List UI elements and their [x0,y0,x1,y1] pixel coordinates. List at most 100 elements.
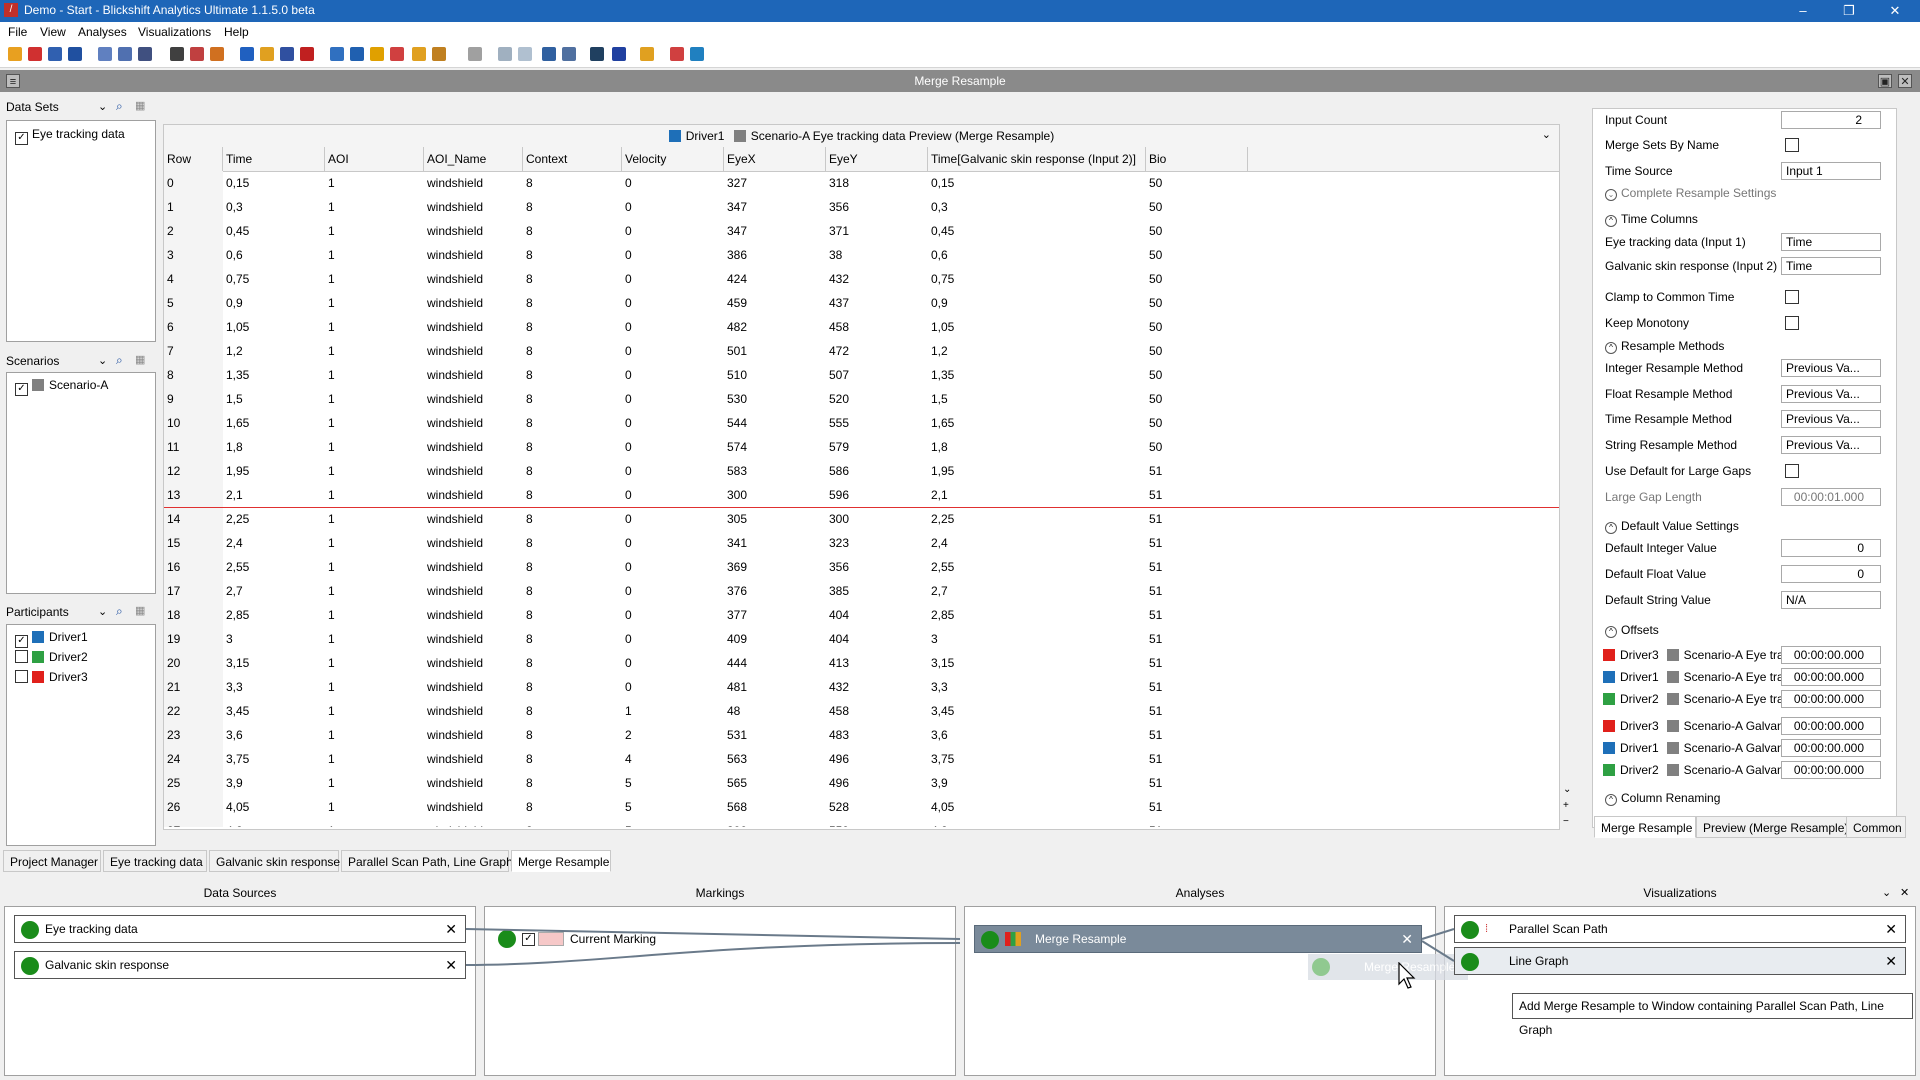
column-header[interactable]: AOI [325,147,424,171]
tab-project-manager[interactable]: Project Manager [3,850,101,872]
map-icon[interactable] [612,47,626,61]
maximize-button[interactable]: ❐ [1826,0,1872,22]
table-row[interactable]: 13 2,1 1 windshield 8 0 300 596 2,1 51 [164,483,1559,507]
default-int-field[interactable]: 0 [1781,539,1881,557]
remove-node-icon[interactable]: ✕ [1885,916,1897,942]
split-icon[interactable] [280,47,294,61]
table-row[interactable]: 20 3,15 1 windshield 8 0 444 413 3,15 51 [164,651,1559,675]
column-header[interactable]: EyeY [826,147,928,171]
query-icon[interactable] [118,47,132,61]
monotony-checkbox[interactable] [1785,316,1799,330]
caption-dropdown-icon[interactable]: ⌄ [1542,128,1551,141]
string-method-select[interactable]: Previous Va... [1781,436,1881,454]
undock-icon[interactable]: ▣ [1878,74,1892,88]
table-row[interactable]: 22 3,45 1 windshield 8 1 48 458 3,45 51 [164,699,1559,723]
datasets-search-icon[interactable]: ⌕ [116,99,123,114]
visualization-node[interactable]: Line Graph ✕ [1454,947,1906,975]
remove-node-icon[interactable]: ✕ [445,952,457,978]
eye-input-select[interactable]: Time [1781,233,1881,251]
participants-options-icon[interactable]: ▦ [135,604,145,617]
remove-node-icon[interactable]: ✕ [1401,926,1413,952]
table-row[interactable]: 4 0,75 1 windshield 8 0 424 432 0,75 50 [164,267,1559,291]
gap-length-field[interactable]: 00:00:01.000 [1781,488,1881,506]
table-row[interactable]: 1 0,3 1 windshield 8 0 347 356 0,3 50 [164,195,1559,219]
close-panel-icon[interactable]: ✕ [1898,74,1912,88]
scenario-item[interactable]: ✓ Scenario-A [15,376,108,396]
input-count-field[interactable]: 2 [1781,111,1881,129]
flow-close-icon[interactable]: ✕ [1900,886,1909,899]
participant-checkbox[interactable] [15,670,28,683]
tab-merge-resample-props[interactable]: Merge Resample [1594,816,1696,838]
table-row[interactable]: 5 0,9 1 windshield 8 0 459 437 0,9 50 [164,291,1559,315]
tab-common[interactable]: Common [1846,816,1906,838]
graph-icon[interactable] [390,47,404,61]
bars-icon[interactable] [412,47,426,61]
table-row[interactable]: 15 2,4 1 windshield 8 0 341 323 2,4 51 [164,531,1559,555]
offset-field[interactable]: 00:00:00.000 [1781,717,1881,735]
menu-file[interactable]: File [8,25,27,39]
chart-icon[interactable] [640,47,654,61]
menu-visualizations[interactable]: Visualizations [138,25,211,39]
table-row[interactable]: 12 1,95 1 windshield 8 0 583 586 1,95 51 [164,459,1559,483]
step-icon[interactable] [300,47,314,61]
table-row[interactable]: 0 0,15 1 windshield 8 0 327 318 0,15 50 [164,171,1559,195]
shield-icon[interactable] [690,47,704,61]
table-row[interactable]: 6 1,05 1 windshield 8 0 482 458 1,05 50 [164,315,1559,339]
merge-sets-checkbox[interactable] [1785,138,1799,152]
tab-eye-tracking[interactable]: Eye tracking data [103,850,207,872]
sum-icon[interactable] [170,47,184,61]
offsets-section[interactable]: ^ Offsets [1605,623,1659,638]
time-method-select[interactable]: Previous Va... [1781,410,1881,428]
time-columns-section[interactable]: ^ Time Columns [1605,212,1698,227]
offset-field[interactable]: 00:00:00.000 [1781,739,1881,757]
remove-node-icon[interactable]: ✕ [1885,948,1897,974]
participant-checkbox[interactable] [15,650,28,663]
participants-search-icon[interactable]: ⌕ [116,604,123,619]
table-row[interactable]: 7 1,2 1 windshield 8 0 501 472 1,2 50 [164,339,1559,363]
table-row[interactable]: 21 3,3 1 windshield 8 0 481 432 3,3 51 [164,675,1559,699]
points-icon[interactable] [350,47,364,61]
table-row[interactable]: 24 3,75 1 windshield 8 4 563 496 3,75 51 [164,747,1559,771]
close-window-button[interactable]: ✕ [1872,0,1918,22]
table-row[interactable]: 25 3,9 1 windshield 8 5 565 496 3,9 51 [164,771,1559,795]
participant-item-driver2[interactable]: Driver2 [15,648,88,666]
table-row[interactable]: 10 1,65 1 windshield 8 0 544 555 1,65 50 [164,411,1559,435]
dataset-item[interactable]: ✓ Eye tracking data [15,125,125,145]
complete-resample-section[interactable]: ⌄ Complete Resample Settings [1605,186,1776,201]
table-row[interactable]: 18 2,85 1 windshield 8 0 377 404 2,85 51 [164,603,1559,627]
open-project-icon[interactable] [8,47,22,61]
column-header[interactable]: Time[Galvanic skin response (Input 2)] [928,147,1146,171]
scroll-down-icon[interactable]: ⌄ [1563,784,1571,795]
sort-icon[interactable] [138,47,152,61]
table-row[interactable]: 14 2,25 1 windshield 8 0 305 300 2,25 51 [164,507,1559,531]
table-op-icon[interactable] [190,47,204,61]
table-row[interactable]: 3 0,6 1 windshield 8 0 386 38 0,6 50 [164,243,1559,267]
table-row[interactable]: 9 1,5 1 windshield 8 0 530 520 1,5 50 [164,387,1559,411]
table-row[interactable]: 16 2,55 1 windshield 8 0 369 356 2,55 51 [164,555,1559,579]
flow-collapse-icon[interactable]: ⌄ [1882,886,1891,899]
gsr-input-select[interactable]: Time [1781,257,1881,275]
grid-icon[interactable] [542,47,556,61]
dotted-icon[interactable] [468,47,482,61]
menu-help[interactable]: Help [224,25,249,39]
column-header[interactable]: Context [523,147,622,171]
column-header[interactable]: Row [164,147,223,171]
heat-icon[interactable] [432,47,446,61]
matrix-icon[interactable] [562,47,576,61]
scenarios-search-icon[interactable]: ⌕ [116,353,123,368]
remove-node-icon[interactable]: ✕ [445,916,457,942]
column-header[interactable]: Time [223,147,325,171]
panel-menu-icon[interactable]: ≡ [6,74,20,88]
participant-item-driver3[interactable]: Driver3 [15,668,88,686]
table-row[interactable]: 11 1,8 1 windshield 8 0 574 579 1,8 50 [164,435,1559,459]
default-string-field[interactable]: N/A [1781,591,1881,609]
close-project-icon[interactable] [28,47,42,61]
analysis-node[interactable]: Merge Resample ✕ [974,925,1422,953]
filter-icon[interactable] [98,47,112,61]
column-header[interactable]: EyeX [724,147,826,171]
table-row[interactable]: 19 3 1 windshield 8 0 409 404 3 51 [164,627,1559,651]
scan-icon[interactable] [330,47,344,61]
time-source-select[interactable]: Input 1 [1781,162,1881,180]
default-values-section[interactable]: ^ Default Value Settings [1605,519,1739,534]
datasets-options-icon[interactable]: ▦ [135,99,145,112]
